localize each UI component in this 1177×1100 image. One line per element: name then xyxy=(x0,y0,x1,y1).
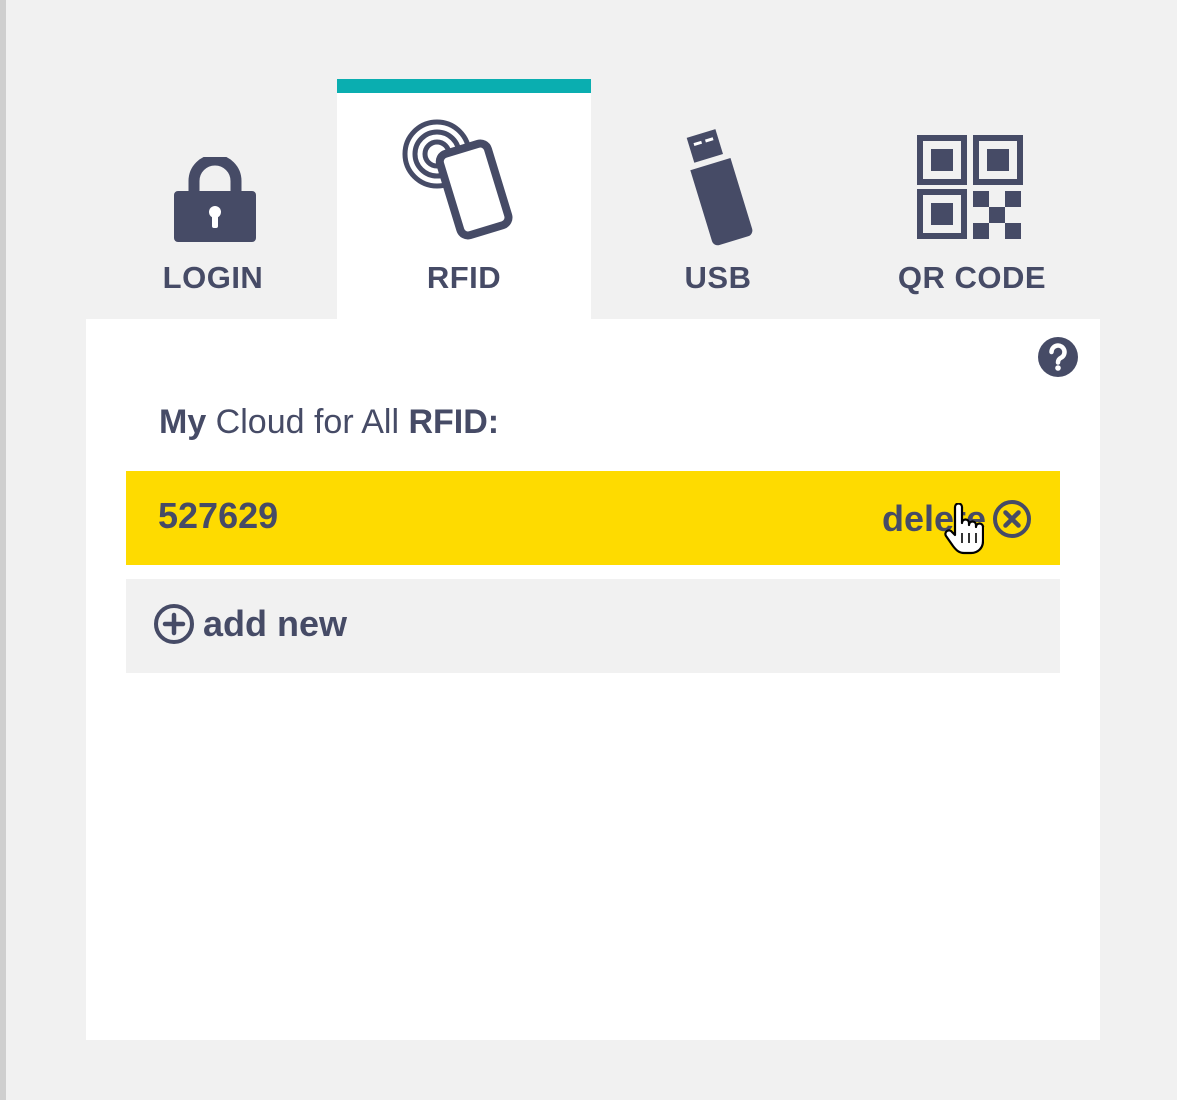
usb-stick-icon xyxy=(686,129,753,246)
hand-cursor-icon xyxy=(944,503,984,555)
close-circle-icon xyxy=(993,500,1031,538)
add-new-content: add new xyxy=(153,603,347,645)
add-new-button[interactable]: add new xyxy=(126,579,1060,673)
tab-label: QR CODE xyxy=(897,260,1047,295)
tab-qr-code[interactable]: QR CODE xyxy=(845,79,1099,319)
plus-circle-icon xyxy=(154,604,194,644)
title-strong-my: My xyxy=(159,403,207,441)
add-new-label: add new xyxy=(203,603,348,644)
title-strong-rfid: RFID: xyxy=(408,403,500,441)
rfid-value: 527629 xyxy=(158,495,279,536)
window-left-edge xyxy=(0,0,6,1100)
tab-usb[interactable]: USB xyxy=(591,79,845,319)
tab-login[interactable]: LOGIN xyxy=(86,79,340,319)
tab-label: USB xyxy=(684,260,752,295)
rfid-card-icon xyxy=(402,119,513,240)
rfid-entry-row: 527629 delete xyxy=(126,471,1060,565)
qr-code-icon xyxy=(917,135,1023,239)
rfid-panel: My Cloud for All RFID: 527629 delete add… xyxy=(86,319,1100,1040)
tab-label: LOGIN xyxy=(162,260,264,295)
panel-title: My Cloud for All RFID: xyxy=(159,403,499,442)
lock-icon xyxy=(174,157,256,242)
question-icon[interactable] xyxy=(1038,337,1078,377)
tab-rfid[interactable]: RFID xyxy=(337,79,591,319)
tab-label: RFID xyxy=(426,260,502,295)
title-middle: Cloud for All xyxy=(206,403,409,441)
